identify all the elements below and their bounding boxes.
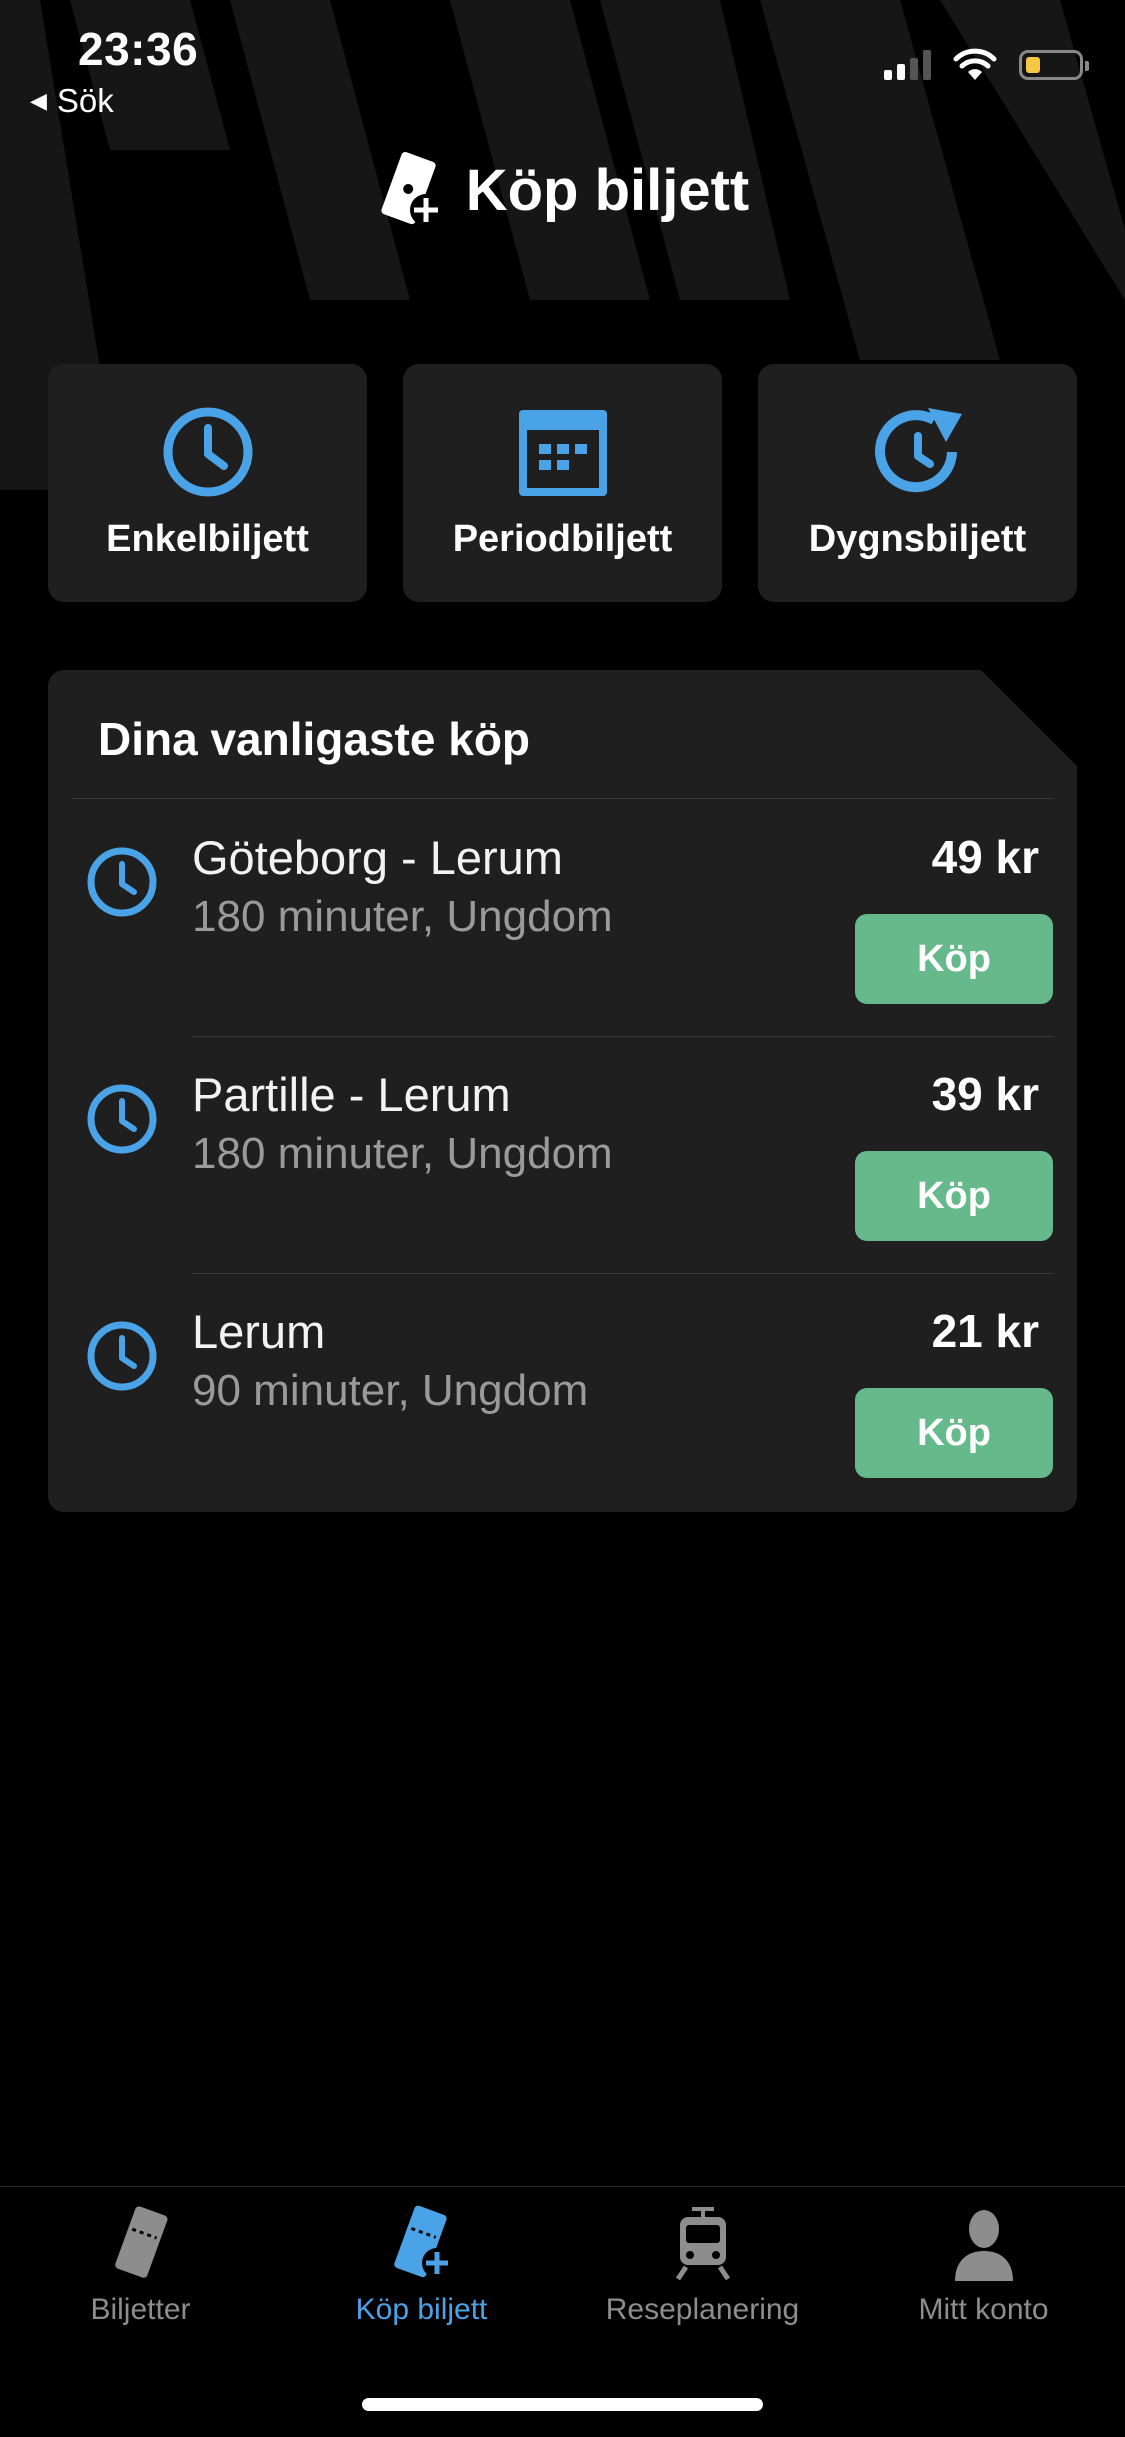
buy-button[interactable]: Köp [855, 1151, 1053, 1241]
ticket-detail: 180 minuter, Ungdom [192, 892, 613, 941]
card-corner-cut [981, 670, 1077, 766]
back-arrow-icon: ◀ [30, 88, 47, 113]
clock-icon [87, 1321, 157, 1391]
tile-period-ticket[interactable]: Periodbiljett [403, 364, 722, 602]
wifi-icon [953, 48, 997, 80]
clock-refresh-icon [874, 408, 962, 493]
ticket-detail: 180 minuter, Ungdom [192, 1129, 613, 1178]
route-name: Göteborg - Lerum [192, 831, 563, 884]
status-icons [884, 48, 1089, 82]
tab-tickets[interactable]: Biljetter [0, 2205, 281, 2327]
route-name: Lerum [192, 1305, 326, 1358]
page-header: Köp biljett [0, 150, 1125, 230]
card-divider [72, 798, 1053, 799]
tab-label: Mitt konto [918, 2293, 1049, 2326]
tab-label: Köp biljett [355, 2293, 488, 2326]
tab-buy-ticket[interactable]: Köp biljett [281, 2205, 562, 2327]
ticket-detail: 90 minuter, Ungdom [192, 1366, 589, 1415]
page-title: Köp biljett [465, 157, 750, 223]
battery-icon [1019, 50, 1089, 80]
purchase-row[interactable]: Partille - Lerum 180 minuter, Ungdom 39 … [48, 1037, 1077, 1273]
tile-label: Enkelbiljett [106, 518, 309, 560]
tile-day-ticket[interactable]: Dygnsbiljett [758, 364, 1077, 602]
person-icon [954, 2210, 1013, 2281]
buy-button[interactable]: Köp [855, 914, 1053, 1004]
ticket-price: 49 kr [931, 831, 1039, 883]
clock-icon [87, 1084, 157, 1154]
ticket-price: 39 kr [931, 1068, 1039, 1120]
tile-single-ticket[interactable]: Enkelbiljett [48, 364, 367, 602]
home-indicator[interactable] [362, 2398, 763, 2411]
back-label: Sök [56, 82, 114, 119]
tile-label: Periodbiljett [452, 518, 673, 560]
ticket-icon [114, 2206, 167, 2278]
frequent-purchases-card: Dina vanligaste köp Göteborg - Lerum 180… [48, 670, 1077, 1512]
tile-label: Dygnsbiljett [808, 518, 1027, 560]
clock-icon [163, 407, 252, 497]
tab-label: Biljetter [90, 2293, 191, 2326]
tab-journey-planner[interactable]: Reseplanering [562, 2205, 843, 2327]
purchase-row[interactable]: Göteborg - Lerum 180 minuter, Ungdom 49 … [48, 800, 1077, 1036]
purchase-row[interactable]: Lerum 90 minuter, Ungdom 21 kr Köp [48, 1274, 1077, 1510]
tab-label: Reseplanering [605, 2293, 800, 2326]
ticket-plus-icon [393, 2205, 452, 2278]
clock-icon [87, 847, 157, 917]
tab-my-account[interactable]: Mitt konto [843, 2205, 1124, 2327]
route-name: Partille - Lerum [192, 1068, 511, 1121]
ticket-type-tiles: Enkelbiljett Periodbiljett Dygnsbiljett [48, 364, 1077, 602]
card-title: Dina vanligaste köp [98, 713, 531, 765]
status-time: 23:36 [78, 23, 199, 75]
buy-button[interactable]: Köp [855, 1388, 1053, 1478]
back-to-search[interactable]: ◀ Sök [30, 82, 114, 120]
tram-icon [675, 2207, 730, 2281]
cellular-signal-icon [884, 50, 931, 80]
calendar-icon [518, 410, 607, 496]
ticket-price: 21 kr [931, 1305, 1039, 1357]
ticket-plus-icon [381, 151, 442, 226]
